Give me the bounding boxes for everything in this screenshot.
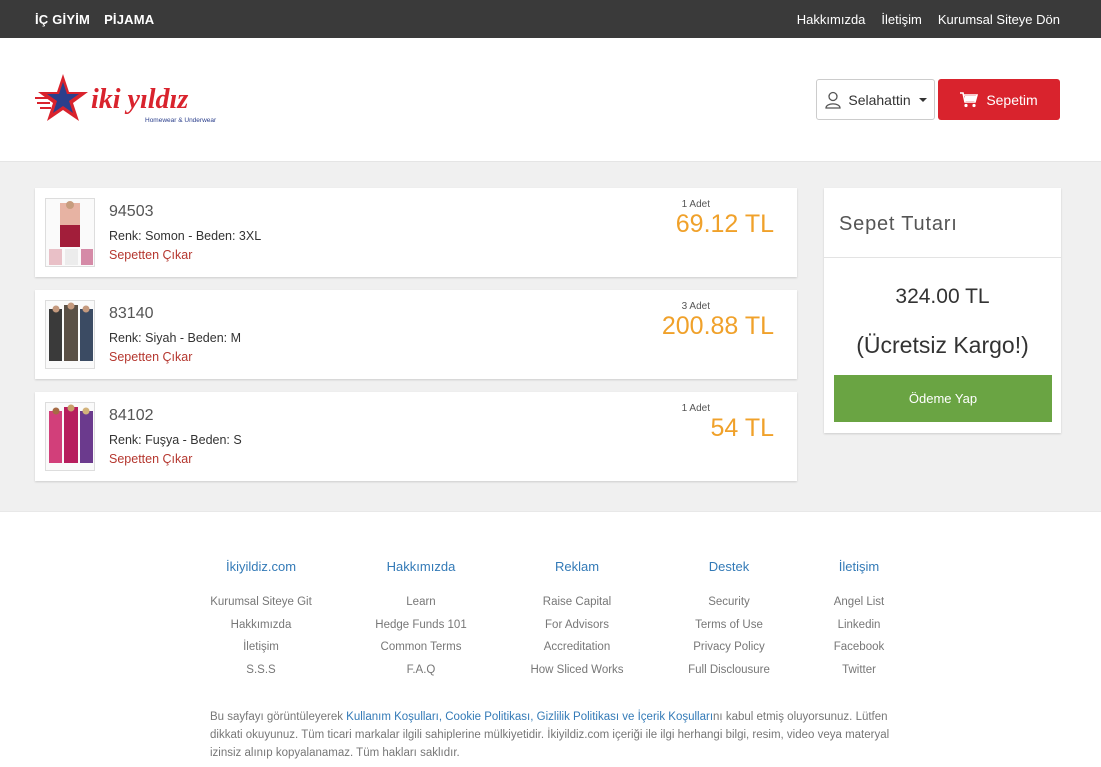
footer-link[interactable]: İletişim — [186, 636, 336, 659]
user-icon — [825, 91, 842, 109]
footer-link[interactable]: Learn — [346, 591, 496, 614]
item-price: 69.12 TL — [675, 210, 774, 238]
product-attributes: Renk: Somon - Beden: 3XL — [109, 229, 262, 243]
footer-link[interactable]: Common Terms — [346, 636, 496, 659]
cart-item: 94503 Renk: Somon - Beden: 3XL Sepetten … — [35, 188, 797, 277]
footer-column-ikiyildiz: İkiyildiz.com Kurumsal Siteye Git Hakkım… — [186, 559, 336, 681]
product-image[interactable] — [45, 300, 95, 369]
user-name: Selahattin — [848, 91, 911, 108]
footer-link[interactable]: Twitter — [784, 659, 934, 682]
remove-item-link[interactable]: Sepetten Çıkar — [109, 248, 192, 262]
site-header: iki yıldız Homewear & Underwear Selahatt… — [0, 38, 1101, 162]
footer-heading[interactable]: Reklam — [502, 559, 652, 574]
logo-wordmark: iki yıldız — [91, 84, 188, 115]
utility-nav: Hakkımızda İletişim Kurumsal Siteye Dön — [797, 0, 1060, 38]
footer-link[interactable]: F.A.Q — [346, 659, 496, 682]
product-attributes: Renk: Fuşya - Beden: S — [109, 433, 242, 447]
item-quantity: 1 Adet — [681, 199, 710, 210]
cart-summary-panel: Sepet Tutarı 324.00 TL (Ücretsiz Kargo!)… — [824, 188, 1061, 433]
footer-heading[interactable]: Destek — [654, 559, 804, 574]
footer-heading[interactable]: İletişim — [784, 559, 934, 574]
footer-link[interactable]: Privacy Policy — [654, 636, 804, 659]
product-image[interactable] — [45, 198, 95, 267]
footer-heading[interactable]: İkiyildiz.com — [186, 559, 336, 574]
cart-item: 83140 Renk: Siyah - Beden: M Sepetten Çı… — [35, 290, 797, 379]
cart-button[interactable]: Sepetim — [938, 79, 1060, 120]
footer-link[interactable]: Hedge Funds 101 — [346, 614, 496, 637]
user-menu-button[interactable]: Selahattin — [816, 79, 935, 120]
cart-item: 84102 Renk: Fuşya - Beden: S Sepetten Çı… — [35, 392, 797, 481]
footer-link[interactable]: Kurumsal Siteye Git — [186, 591, 336, 614]
site-footer: İkiyildiz.com Kurumsal Siteye Git Hakkım… — [0, 512, 1101, 767]
summary-divider — [824, 257, 1061, 258]
footer-column-hakkimizda: Hakkımızda Learn Hedge Funds 101 Common … — [346, 559, 496, 681]
nav-about-link[interactable]: Hakkımızda — [797, 12, 866, 27]
cart-label: Sepetim — [986, 91, 1038, 108]
product-attributes: Renk: Siyah - Beden: M — [109, 331, 242, 345]
nav-pijama-link[interactable]: PİJAMA — [104, 12, 154, 27]
product-code: 84102 — [109, 407, 154, 424]
footer-column-reklam: Reklam Raise Capital For Advisors Accred… — [502, 559, 652, 681]
footer-link[interactable]: Accreditation — [502, 636, 652, 659]
product-code: 94503 — [109, 203, 154, 220]
footer-link[interactable]: Security — [654, 591, 804, 614]
footer-link[interactable]: S.S.S — [186, 659, 336, 682]
remove-item-link[interactable]: Sepetten Çıkar — [109, 452, 192, 466]
product-image[interactable] — [45, 402, 95, 471]
top-navigation-bar: İÇ GİYİM PİJAMA Hakkımızda İletişim Kuru… — [0, 0, 1101, 38]
footer-link[interactable]: Hakkımızda — [186, 614, 336, 637]
footer-link[interactable]: Terms of Use — [654, 614, 804, 637]
legal-text-intro: Bu sayfayı görüntüleyerek — [210, 711, 347, 723]
item-quantity: 3 Adet — [681, 301, 710, 312]
remove-item-link[interactable]: Sepetten Çıkar — [109, 350, 192, 364]
terms-policies-link[interactable]: Kullanım Koşulları, Cookie Politikası, G… — [346, 711, 713, 723]
footer-link[interactable]: For Advisors — [502, 614, 652, 637]
product-code: 83140 — [109, 305, 154, 322]
footer-column-destek: Destek Security Terms of Use Privacy Pol… — [654, 559, 804, 681]
footer-link[interactable]: Linkedin — [784, 614, 934, 637]
shopping-cart-icon — [960, 91, 979, 107]
star-logo-icon — [35, 74, 88, 121]
footer-link[interactable]: Facebook — [784, 636, 934, 659]
brand-logo[interactable]: iki yıldız Homewear & Underwear — [35, 72, 245, 128]
free-shipping-note: (Ücretsiz Kargo!) — [856, 332, 1029, 358]
chevron-down-icon — [918, 97, 927, 102]
footer-link[interactable]: Full Disclousure — [654, 659, 804, 682]
footer-column-iletisim: İletişim Angel List Linkedin Facebook Tw… — [784, 559, 934, 681]
item-quantity: 1 Adet — [681, 403, 710, 414]
checkout-button[interactable]: Ödeme Yap — [834, 375, 1052, 422]
category-nav: İÇ GİYİM PİJAMA — [35, 0, 154, 38]
nav-corporate-link[interactable]: Kurumsal Siteye Dön — [938, 12, 1060, 27]
footer-link[interactable]: Angel List — [784, 591, 934, 614]
footer-link[interactable]: Raise Capital — [502, 591, 652, 614]
logo-tagline: Homewear & Underwear — [145, 117, 217, 124]
footer-heading[interactable]: Hakkımızda — [346, 559, 496, 574]
item-price: 200.88 TL — [661, 312, 774, 340]
item-price: 54 TL — [710, 414, 774, 442]
nav-contact-link[interactable]: İletişim — [881, 12, 921, 27]
cart-content: 94503 Renk: Somon - Beden: 3XL Sepetten … — [0, 162, 1101, 512]
summary-title: Sepet Tutarı — [839, 213, 958, 235]
cart-total: 324.00 TL — [895, 285, 990, 308]
legal-notice: Bu sayfayı görüntüleyerek Kullanım Koşul… — [210, 708, 900, 762]
footer-link[interactable]: How Sliced Works — [502, 659, 652, 682]
nav-ic-giyim-link[interactable]: İÇ GİYİM — [35, 12, 90, 27]
